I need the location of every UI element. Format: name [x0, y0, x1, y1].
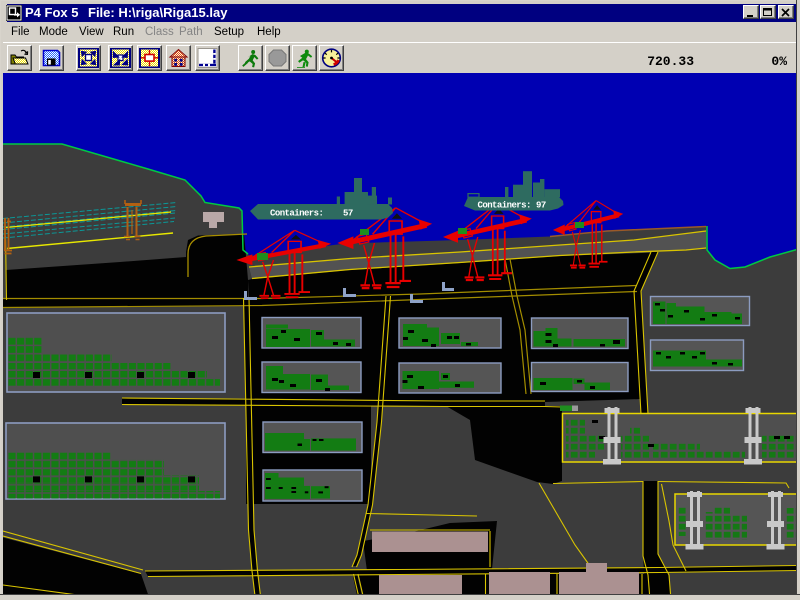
svg-text:Containers:: Containers: — [270, 209, 323, 219]
svg-text:97: 97 — [536, 201, 546, 211]
svg-text:57: 57 — [343, 209, 353, 219]
svg-text:Containers:: Containers: — [478, 201, 531, 211]
